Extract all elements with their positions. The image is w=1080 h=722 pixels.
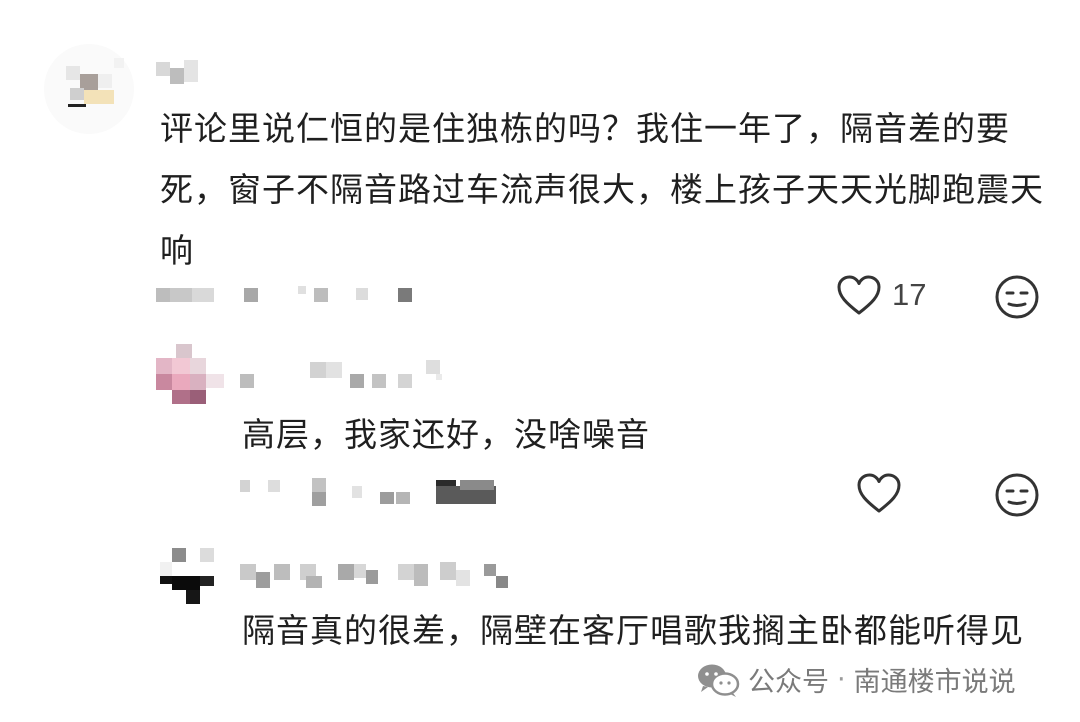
comment-text: 高层，我家还好，没啥噪音 [242, 415, 650, 454]
like-count: 17 [892, 277, 927, 312]
dislike-button[interactable] [994, 472, 1040, 518]
like-button[interactable]: 17 [836, 274, 926, 316]
avatar[interactable] [160, 548, 218, 606]
username[interactable] [240, 560, 512, 590]
meh-face-icon [995, 473, 1039, 517]
dislike-button[interactable] [994, 274, 1040, 320]
username[interactable] [240, 358, 450, 388]
comment-text: 隔音真的很差，隔壁在客厅唱歌我搁主卧都能听得见 [242, 611, 1024, 650]
comment-meta [156, 286, 416, 306]
watermark-separator: · [837, 664, 846, 695]
like-button[interactable] [856, 472, 902, 514]
watermark-prefix: 公众号 [748, 667, 829, 698]
comment-meta [240, 476, 500, 506]
avatar[interactable] [156, 344, 228, 408]
watermark-account: 南通楼市说说 [853, 667, 1016, 698]
watermark: 公众号 · 南通楼市说说 [696, 660, 1016, 699]
meh-face-icon [995, 275, 1039, 319]
avatar[interactable] [44, 44, 134, 134]
wechat-icon [698, 664, 740, 697]
heart-icon [837, 275, 881, 315]
username[interactable] [156, 56, 206, 84]
comment-text: 评论里说仁恒的是住独栋的吗？我住一年了，隔音差的要死，窗子不隔音路过车流声很大，… [160, 109, 1044, 270]
heart-icon [857, 473, 901, 513]
